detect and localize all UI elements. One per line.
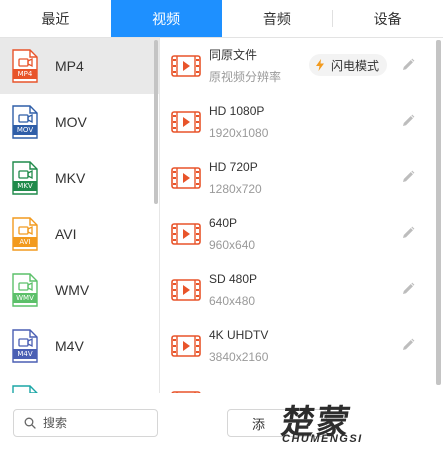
file-wmv-icon: WMV bbox=[11, 273, 39, 307]
search-box[interactable] bbox=[13, 409, 158, 437]
format-list: MP4MP4MOVMOVMKVMKVAVIAVIWMVWMVM4VM4VMPGM… bbox=[0, 38, 160, 393]
format-label: WMV bbox=[55, 282, 90, 298]
format-label: MKV bbox=[55, 170, 86, 186]
resolution-text: SD 480P 640x480 bbox=[209, 271, 257, 309]
film-icon bbox=[171, 335, 201, 357]
resolution-item[interactable]: HD 720P 1280x720 bbox=[161, 150, 443, 206]
resolution-item[interactable]: 4K UHDTV 3840x2160 bbox=[161, 318, 443, 374]
file-ext-text: M4V bbox=[17, 350, 33, 358]
bottom-bar: 添 bbox=[0, 393, 443, 450]
pencil-icon[interactable] bbox=[401, 338, 415, 352]
file-mkv-icon: MKV bbox=[11, 161, 39, 195]
resolution-text: HD 1080P 1920x1080 bbox=[209, 103, 268, 141]
resolution-name: 同原文件 bbox=[209, 48, 258, 62]
file-ext-text: AVI bbox=[19, 238, 31, 246]
pencil-icon[interactable] bbox=[401, 282, 415, 296]
add-custom-button[interactable]: 添 bbox=[227, 409, 327, 437]
resolution-text: HD 720P 1280x720 bbox=[209, 159, 262, 197]
resolution-size: 3840x2160 bbox=[209, 350, 269, 364]
resolution-size: 640x480 bbox=[209, 294, 256, 308]
resolution-size: 960x640 bbox=[209, 238, 256, 252]
pencil-icon[interactable] bbox=[401, 170, 415, 184]
format-item-m4v[interactable]: M4V M4V bbox=[0, 318, 159, 374]
flash-mode-badge[interactable]: 闪电模式 bbox=[309, 54, 388, 76]
resolution-name: HD 720P bbox=[209, 160, 258, 174]
pencil-icon[interactable] bbox=[401, 226, 415, 240]
search-icon bbox=[24, 417, 36, 429]
format-item-mkv[interactable]: MKV MKV bbox=[0, 150, 159, 206]
pencil-icon[interactable] bbox=[401, 58, 415, 72]
format-item-mov[interactable]: MOV MOV bbox=[0, 94, 159, 150]
file-ext-text: MOV bbox=[16, 126, 34, 134]
resolution-item[interactable]: SD 480P 640x480 bbox=[161, 262, 443, 318]
film-icon bbox=[171, 279, 201, 301]
pencil-icon[interactable] bbox=[401, 114, 415, 128]
resolution-list: 同原文件原视频分辨率 闪电模式 HD 1080P 1920x1080 HD 720P 12… bbox=[161, 38, 443, 393]
format-item-avi[interactable]: AVI AVI bbox=[0, 206, 159, 262]
resolution-item[interactable]: 4K Full Aperture bbox=[161, 374, 443, 393]
film-icon bbox=[171, 111, 201, 133]
format-item-wmv[interactable]: WMV WMV bbox=[0, 262, 159, 318]
film-icon bbox=[171, 55, 201, 77]
resolution-name: 640P bbox=[209, 216, 238, 230]
resolution-name: 4K UHDTV bbox=[209, 328, 269, 342]
file-avi-icon: AVI bbox=[11, 217, 39, 251]
file-m4v-icon: M4V bbox=[11, 329, 39, 363]
tab-bar: 最近 视频 音频 设备 bbox=[0, 0, 443, 38]
resolution-text: 同原文件原视频分辨率 bbox=[209, 47, 281, 85]
format-label: MP4 bbox=[55, 58, 84, 74]
resolution-item[interactable]: 同原文件原视频分辨率 闪电模式 bbox=[161, 38, 443, 94]
format-item-mp4[interactable]: MP4 MP4 bbox=[0, 38, 159, 94]
file-ext-text: MKV bbox=[17, 182, 33, 190]
format-label: M4V bbox=[55, 338, 84, 354]
format-item-mpg[interactable]: MPGMPG bbox=[0, 374, 159, 393]
format-label: MOV bbox=[55, 114, 87, 130]
tab-recent[interactable]: 最近 bbox=[0, 0, 111, 37]
resolution-item[interactable]: HD 1080P 1920x1080 bbox=[161, 94, 443, 150]
resolution-text: 640P 960x640 bbox=[209, 215, 255, 253]
flash-mode-label: 闪电模式 bbox=[331, 58, 380, 73]
format-label: AVI bbox=[55, 226, 77, 242]
file-mpg-icon: MPG bbox=[11, 385, 39, 393]
tab-video[interactable]: 视频 bbox=[110, 0, 222, 37]
resolution-size: 1280x720 bbox=[209, 182, 262, 196]
file-mov-icon: MOV bbox=[11, 105, 39, 139]
format-list-scrollbar[interactable] bbox=[154, 40, 158, 204]
lightning-icon bbox=[316, 59, 324, 71]
tab-audio[interactable]: 音频 bbox=[222, 0, 333, 37]
resolution-item[interactable]: 640P 960x640 bbox=[161, 206, 443, 262]
film-icon bbox=[171, 223, 201, 245]
resolution-text: 4K UHDTV 3840x2160 bbox=[209, 327, 268, 365]
file-mp4-icon: MP4 bbox=[11, 49, 39, 83]
film-icon bbox=[171, 167, 201, 189]
file-ext-text: MP4 bbox=[17, 70, 33, 78]
resolution-size: 1920x1080 bbox=[209, 126, 269, 140]
search-input[interactable] bbox=[43, 416, 143, 430]
resolution-name: HD 1080P bbox=[209, 104, 265, 118]
resolution-size: 原视频分辨率 bbox=[209, 70, 282, 84]
file-ext-text: WMV bbox=[16, 294, 34, 302]
resolution-name: SD 480P bbox=[209, 272, 258, 286]
tab-device[interactable]: 设备 bbox=[332, 0, 443, 37]
resolution-list-scrollbar[interactable] bbox=[436, 40, 441, 385]
